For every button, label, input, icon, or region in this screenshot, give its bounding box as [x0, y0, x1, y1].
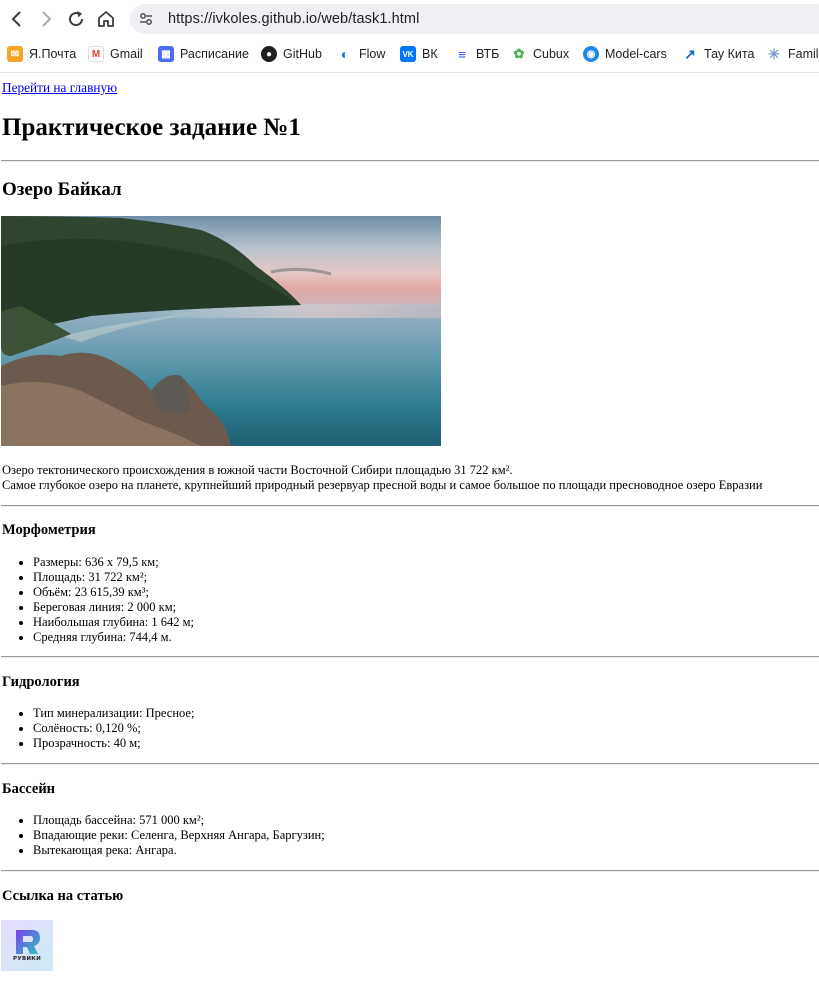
bookmark-yandex-mail[interactable]: ✉ Я.Почта	[7, 44, 76, 64]
flow-icon: ◐	[337, 46, 353, 62]
bookmark-vtb[interactable]: ≡ ВТБ	[454, 44, 499, 64]
bookmark-label: Cubux	[533, 47, 570, 61]
reload-icon	[69, 11, 84, 27]
bookmark-label: Famili	[788, 47, 819, 61]
site-info-icon[interactable]	[136, 9, 156, 29]
address-bar[interactable]: https://ivkoles.github.io/web/task1.html	[130, 4, 819, 34]
bookmark-vk[interactable]: VK ВК	[400, 44, 438, 64]
lake-title: Озеро Байкал	[2, 179, 122, 200]
basin-list: Площадь бассейна: 571 000 км²; Впадающие…	[0, 813, 325, 858]
description-line: Самое глубокое озеро на планете, крупней…	[2, 478, 763, 492]
section-heading-morphometry: Морфометрия	[2, 522, 96, 538]
divider	[1, 763, 819, 765]
description-line: Озеро тектонического происхождения в южн…	[2, 463, 513, 477]
bookmarks-bar: ✉ Я.Почта M Gmail ▦ Расписание ● GitHub …	[0, 40, 819, 68]
calendar-icon: ▦	[158, 46, 174, 62]
list-item: Солёность: 0,120 %;	[33, 721, 194, 736]
url-text[interactable]: https://ivkoles.github.io/web/task1.html	[168, 11, 419, 27]
divider	[1, 870, 819, 872]
list-item: Наибольшая глубина: 1 642 м;	[33, 615, 194, 630]
forward-arrow-icon	[42, 11, 52, 27]
list-item: Вытекающая река: Ангара.	[33, 843, 325, 858]
home-button[interactable]	[94, 7, 118, 31]
baikal-photo	[1, 216, 441, 446]
bookmark-family[interactable]: ✳ Famili	[766, 44, 819, 64]
bookmark-label: GitHub	[283, 47, 322, 61]
hydrology-list: Тип минерализации: Пресное; Солёность: 0…	[0, 706, 194, 751]
bookmark-label: ВК	[422, 47, 438, 61]
morphometry-list: Размеры: 636 х 79,5 км; Площадь: 31 722 …	[0, 555, 194, 645]
home-icon	[98, 11, 114, 27]
bookmark-schedule[interactable]: ▦ Расписание	[158, 44, 249, 64]
ruwiki-logo-link[interactable]: РУВИКИ	[1, 920, 53, 971]
bookmark-cubux[interactable]: ✿ Cubux	[511, 44, 569, 64]
reload-button[interactable]	[64, 7, 88, 31]
back-button[interactable]	[5, 7, 29, 31]
list-item: Средняя глубина: 744,4 м.	[33, 630, 194, 645]
github-icon: ●	[261, 46, 277, 62]
bookmark-label: Model-cars	[605, 47, 667, 61]
list-item: Площадь: 31 722 км²;	[33, 570, 194, 585]
section-heading-basin: Бассейн	[2, 781, 56, 797]
divider	[1, 160, 819, 162]
list-item: Размеры: 636 х 79,5 км;	[33, 555, 194, 570]
list-item: Площадь бассейна: 571 000 км²;	[33, 813, 325, 828]
bookmark-github[interactable]: ● GitHub	[261, 44, 322, 64]
bookmark-flow[interactable]: ◐ Flow	[337, 44, 385, 64]
home-link[interactable]: Перейти на главную	[2, 80, 117, 96]
gmail-icon: M	[88, 46, 104, 62]
bookmark-label: Gmail	[110, 47, 143, 61]
browser-chrome: https://ivkoles.github.io/web/task1.html…	[0, 0, 819, 74]
vk-icon: VK	[400, 46, 416, 62]
navigation-bar: https://ivkoles.github.io/web/task1.html	[0, 0, 819, 38]
bookmark-label: Я.Почта	[29, 47, 77, 61]
section-heading-hydrology: Гидрология	[2, 674, 80, 690]
divider	[1, 505, 819, 507]
list-item: Береговая линия: 2 000 км;	[33, 600, 194, 615]
bookmark-label: Расписание	[180, 47, 249, 61]
bookmark-tau-kita[interactable]: ↗ Тау Кита	[682, 44, 754, 64]
model-cars-icon: ◉	[583, 46, 599, 62]
section-heading-article-link: Ссылка на статью	[2, 888, 124, 904]
page-title: Практическое задание №1	[2, 114, 301, 141]
family-icon: ✳	[766, 46, 782, 62]
bookmark-model-cars[interactable]: ◉ Model-cars	[583, 44, 667, 64]
list-item: Объём: 23 615,39 км³;	[33, 585, 194, 600]
bookmark-label: ВТБ	[476, 47, 500, 61]
list-item: Впадающие реки: Селенга, Верхняя Ангара,…	[33, 828, 325, 843]
lake-description: Озеро тектонического происхождения в южн…	[2, 463, 762, 493]
ruwiki-logo-text: РУВИКИ	[13, 956, 41, 962]
forward-button[interactable]	[34, 7, 58, 31]
divider	[1, 656, 819, 658]
bookmark-gmail[interactable]: M Gmail	[88, 44, 143, 64]
tau-kita-icon: ↗	[682, 46, 698, 62]
bookmark-label: Flow	[359, 47, 386, 61]
cubux-icon: ✿	[511, 46, 527, 62]
ruwiki-logo-icon	[1, 920, 53, 971]
chrome-divider	[0, 72, 819, 73]
bookmark-label: Тау Кита	[704, 47, 755, 61]
back-arrow-icon	[11, 11, 21, 27]
list-item: Прозрачность: 40 м;	[33, 736, 194, 751]
list-item: Тип минерализации: Пресное;	[33, 706, 194, 721]
vtb-icon: ≡	[454, 46, 470, 62]
yandex-mail-icon: ✉	[7, 46, 23, 62]
